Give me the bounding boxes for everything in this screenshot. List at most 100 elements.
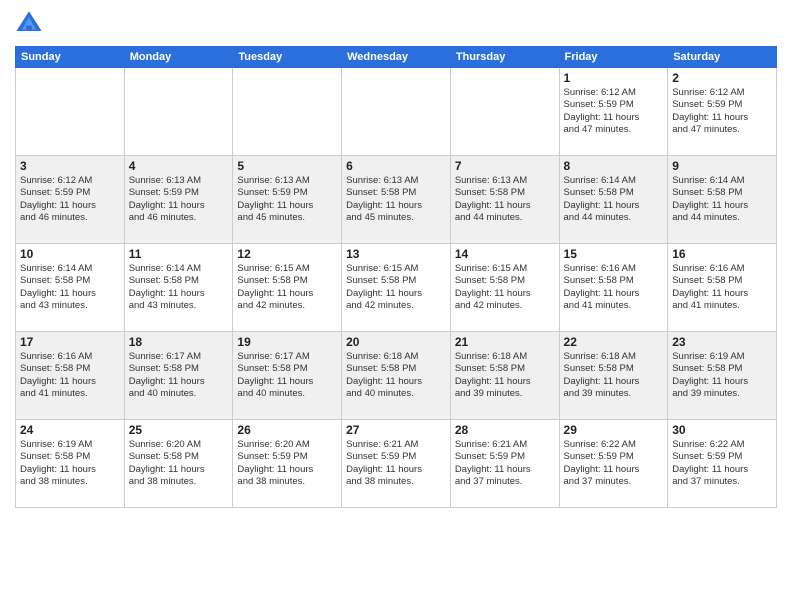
cell-content: Daylight: 11 hours	[564, 200, 664, 212]
cell-content: Sunrise: 6:15 AM	[346, 263, 446, 275]
cell-content: Daylight: 11 hours	[237, 464, 337, 476]
cell-content: Sunrise: 6:19 AM	[20, 439, 120, 451]
cell-content: Daylight: 11 hours	[564, 288, 664, 300]
day-number: 6	[346, 159, 446, 173]
calendar-cell: 25Sunrise: 6:20 AMSunset: 5:58 PMDayligh…	[124, 420, 233, 508]
cell-content: and 40 minutes.	[346, 388, 446, 400]
cell-content: Sunrise: 6:17 AM	[129, 351, 229, 363]
cell-content: and 41 minutes.	[564, 300, 664, 312]
cell-content: Sunset: 5:59 PM	[20, 187, 120, 199]
cell-content: Sunrise: 6:13 AM	[237, 175, 337, 187]
cell-content: Sunset: 5:58 PM	[129, 451, 229, 463]
day-header-sunday: Sunday	[16, 47, 125, 68]
cell-content: Sunrise: 6:17 AM	[237, 351, 337, 363]
day-number: 1	[564, 71, 664, 85]
cell-content: and 38 minutes.	[237, 476, 337, 488]
cell-content: Daylight: 11 hours	[346, 376, 446, 388]
cell-content: Sunset: 5:58 PM	[455, 363, 555, 375]
cell-content: Sunrise: 6:20 AM	[129, 439, 229, 451]
cell-content: Daylight: 11 hours	[129, 376, 229, 388]
cell-content: Sunset: 5:58 PM	[672, 187, 772, 199]
cell-content: and 39 minutes.	[672, 388, 772, 400]
calendar-cell: 29Sunrise: 6:22 AMSunset: 5:59 PMDayligh…	[559, 420, 668, 508]
cell-content: Sunset: 5:58 PM	[346, 187, 446, 199]
cell-content: Sunrise: 6:21 AM	[455, 439, 555, 451]
day-header-friday: Friday	[559, 47, 668, 68]
cell-content: Daylight: 11 hours	[237, 376, 337, 388]
cell-content: Sunrise: 6:14 AM	[20, 263, 120, 275]
cell-content: Sunrise: 6:16 AM	[20, 351, 120, 363]
cell-content: Daylight: 11 hours	[20, 200, 120, 212]
calendar-cell: 30Sunrise: 6:22 AMSunset: 5:59 PMDayligh…	[668, 420, 777, 508]
cell-content: and 37 minutes.	[564, 476, 664, 488]
cell-content: Sunrise: 6:14 AM	[129, 263, 229, 275]
calendar-cell: 16Sunrise: 6:16 AMSunset: 5:58 PMDayligh…	[668, 244, 777, 332]
cell-content: Sunset: 5:59 PM	[564, 99, 664, 111]
cell-content: Daylight: 11 hours	[346, 200, 446, 212]
cell-content: Sunrise: 6:14 AM	[672, 175, 772, 187]
calendar-cell: 2Sunrise: 6:12 AMSunset: 5:59 PMDaylight…	[668, 68, 777, 156]
day-number: 20	[346, 335, 446, 349]
cell-content: Sunrise: 6:19 AM	[672, 351, 772, 363]
week-row-4: 17Sunrise: 6:16 AMSunset: 5:58 PMDayligh…	[16, 332, 777, 420]
week-row-5: 24Sunrise: 6:19 AMSunset: 5:58 PMDayligh…	[16, 420, 777, 508]
cell-content: Sunset: 5:58 PM	[20, 363, 120, 375]
day-number: 27	[346, 423, 446, 437]
cell-content: and 44 minutes.	[672, 212, 772, 224]
cell-content: and 37 minutes.	[672, 476, 772, 488]
day-number: 26	[237, 423, 337, 437]
day-number: 5	[237, 159, 337, 173]
cell-content: Sunrise: 6:18 AM	[346, 351, 446, 363]
cell-content: Sunset: 5:58 PM	[672, 275, 772, 287]
calendar-cell: 15Sunrise: 6:16 AMSunset: 5:58 PMDayligh…	[559, 244, 668, 332]
cell-content: Sunrise: 6:21 AM	[346, 439, 446, 451]
cell-content: Daylight: 11 hours	[564, 376, 664, 388]
day-header-thursday: Thursday	[450, 47, 559, 68]
day-number: 11	[129, 247, 229, 261]
calendar-cell: 20Sunrise: 6:18 AMSunset: 5:58 PMDayligh…	[342, 332, 451, 420]
cell-content: Sunset: 5:58 PM	[455, 187, 555, 199]
cell-content: Sunset: 5:58 PM	[129, 275, 229, 287]
cell-content: and 38 minutes.	[129, 476, 229, 488]
day-number: 30	[672, 423, 772, 437]
calendar-cell: 3 Sunrise: 6:12 AMSunset: 5:59 PMDaylight…	[16, 156, 125, 244]
cell-content: Sunrise: 6:12 AM	[672, 87, 772, 99]
day-number: 13	[346, 247, 446, 261]
cell-content: Sunrise: 6:12 AM	[20, 175, 120, 187]
calendar-cell: 27Sunrise: 6:21 AMSunset: 5:59 PMDayligh…	[342, 420, 451, 508]
day-number: 16	[672, 247, 772, 261]
cell-content: Sunrise: 6:12 AM	[564, 87, 664, 99]
day-number: 10	[20, 247, 120, 261]
day-number: 3	[20, 159, 120, 173]
calendar-cell: 6Sunrise: 6:13 AMSunset: 5:58 PMDaylight…	[342, 156, 451, 244]
page: SundayMondayTuesdayWednesdayThursdayFrid…	[0, 0, 792, 612]
logo	[15, 10, 48, 38]
cell-content: and 46 minutes.	[129, 212, 229, 224]
cell-content: Sunset: 5:59 PM	[129, 187, 229, 199]
day-number: 28	[455, 423, 555, 437]
cell-content: Sunrise: 6:22 AM	[672, 439, 772, 451]
cell-content: Sunset: 5:59 PM	[346, 451, 446, 463]
calendar-cell	[16, 68, 125, 156]
week-row-1: 1Sunrise: 6:12 AMSunset: 5:59 PMDaylight…	[16, 68, 777, 156]
calendar-cell: 1Sunrise: 6:12 AMSunset: 5:59 PMDaylight…	[559, 68, 668, 156]
cell-content: Sunset: 5:58 PM	[455, 275, 555, 287]
calendar-cell: 21Sunrise: 6:18 AMSunset: 5:58 PMDayligh…	[450, 332, 559, 420]
cell-content: Daylight: 11 hours	[455, 200, 555, 212]
cell-content: Sunrise: 6:13 AM	[455, 175, 555, 187]
cell-content: Sunrise: 6:15 AM	[237, 263, 337, 275]
calendar-cell: 7Sunrise: 6:13 AMSunset: 5:58 PMDaylight…	[450, 156, 559, 244]
cell-content: and 38 minutes.	[20, 476, 120, 488]
calendar-cell: 24Sunrise: 6:19 AMSunset: 5:58 PMDayligh…	[16, 420, 125, 508]
cell-content: Daylight: 11 hours	[346, 288, 446, 300]
calendar-cell	[450, 68, 559, 156]
calendar-cell	[124, 68, 233, 156]
calendar-cell	[233, 68, 342, 156]
cell-content: and 43 minutes.	[129, 300, 229, 312]
logo-icon	[15, 10, 43, 38]
day-number: 14	[455, 247, 555, 261]
cell-content: Daylight: 11 hours	[20, 288, 120, 300]
cell-content: Sunrise: 6:22 AM	[564, 439, 664, 451]
cell-content: Sunset: 5:59 PM	[237, 451, 337, 463]
day-number: 9	[672, 159, 772, 173]
